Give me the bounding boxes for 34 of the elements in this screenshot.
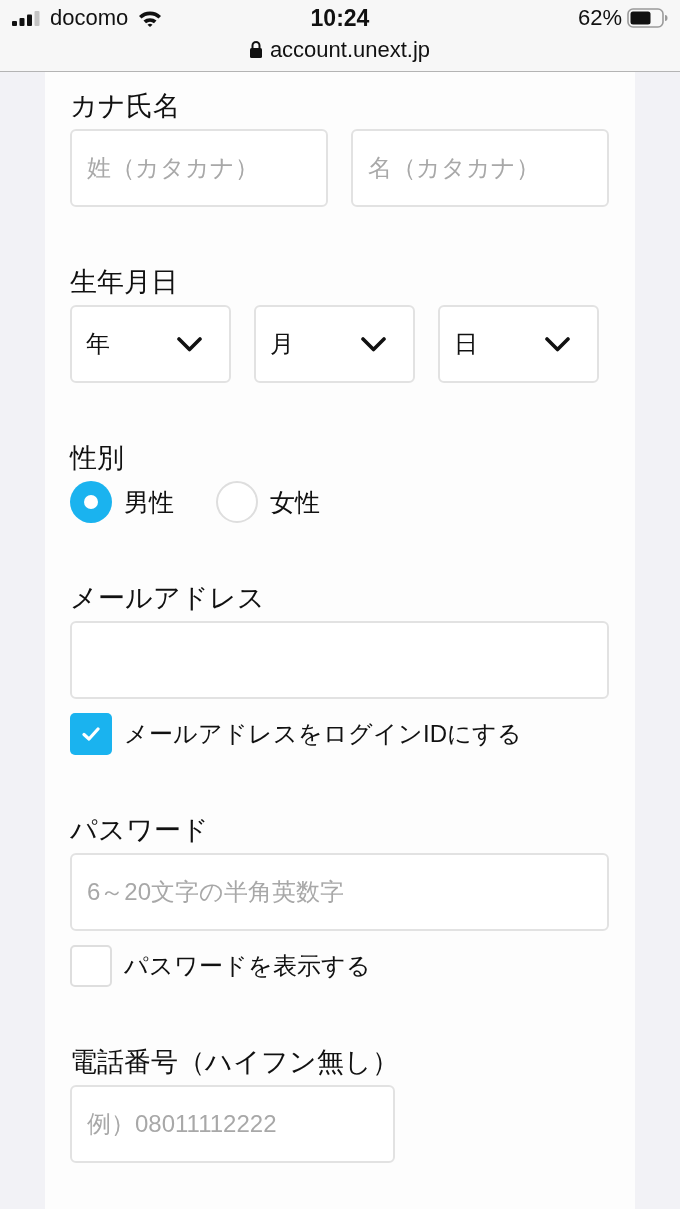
radio-label: 男性 (124, 487, 174, 518)
chevron-down-icon (545, 336, 570, 352)
text-input[interactable]: 6～20文字の半角英数字 (70, 853, 609, 931)
carrier-name: docomo (50, 5, 129, 31)
field-label: パスワード (70, 814, 209, 847)
field-label: 生年月日 (70, 266, 178, 299)
dropdown-select[interactable]: 月 (254, 305, 415, 383)
field-label: 性別 (70, 442, 124, 475)
radio-label: 女性 (270, 487, 320, 518)
text-input[interactable]: 例）08011112222 (70, 1085, 395, 1163)
checkbox[interactable] (70, 945, 112, 987)
checkbox-label: パスワードを表示する (124, 951, 371, 981)
checkmark-icon (82, 727, 100, 741)
text-input[interactable] (70, 621, 609, 699)
battery-percent: 62% (577, 5, 622, 31)
radio-button[interactable] (216, 481, 258, 523)
text-input[interactable]: 名（カタカナ） (351, 129, 609, 207)
checkbox[interactable] (70, 713, 112, 755)
radio-button[interactable] (70, 481, 112, 523)
battery-icon (627, 8, 668, 28)
status-time: 10:24 (310, 5, 370, 31)
chevron-down-icon (177, 336, 202, 352)
field-label: メールアドレス (70, 582, 265, 615)
url-text[interactable]: account.unext.jp (269, 36, 431, 63)
dropdown-select[interactable]: 年 (70, 305, 231, 383)
field-label: カナ氏名 (70, 90, 180, 123)
dropdown-select[interactable]: 日 (438, 305, 599, 383)
lock-icon (249, 41, 262, 58)
checkbox-label: メールアドレスをログインIDにする (124, 719, 522, 749)
field-label: 電話番号（ハイフン無し） (70, 1046, 399, 1079)
chevron-down-icon (361, 336, 386, 352)
wifi-icon (138, 9, 163, 27)
text-input[interactable]: 姓（カタカナ） (70, 129, 328, 207)
signal-icon (12, 10, 40, 26)
